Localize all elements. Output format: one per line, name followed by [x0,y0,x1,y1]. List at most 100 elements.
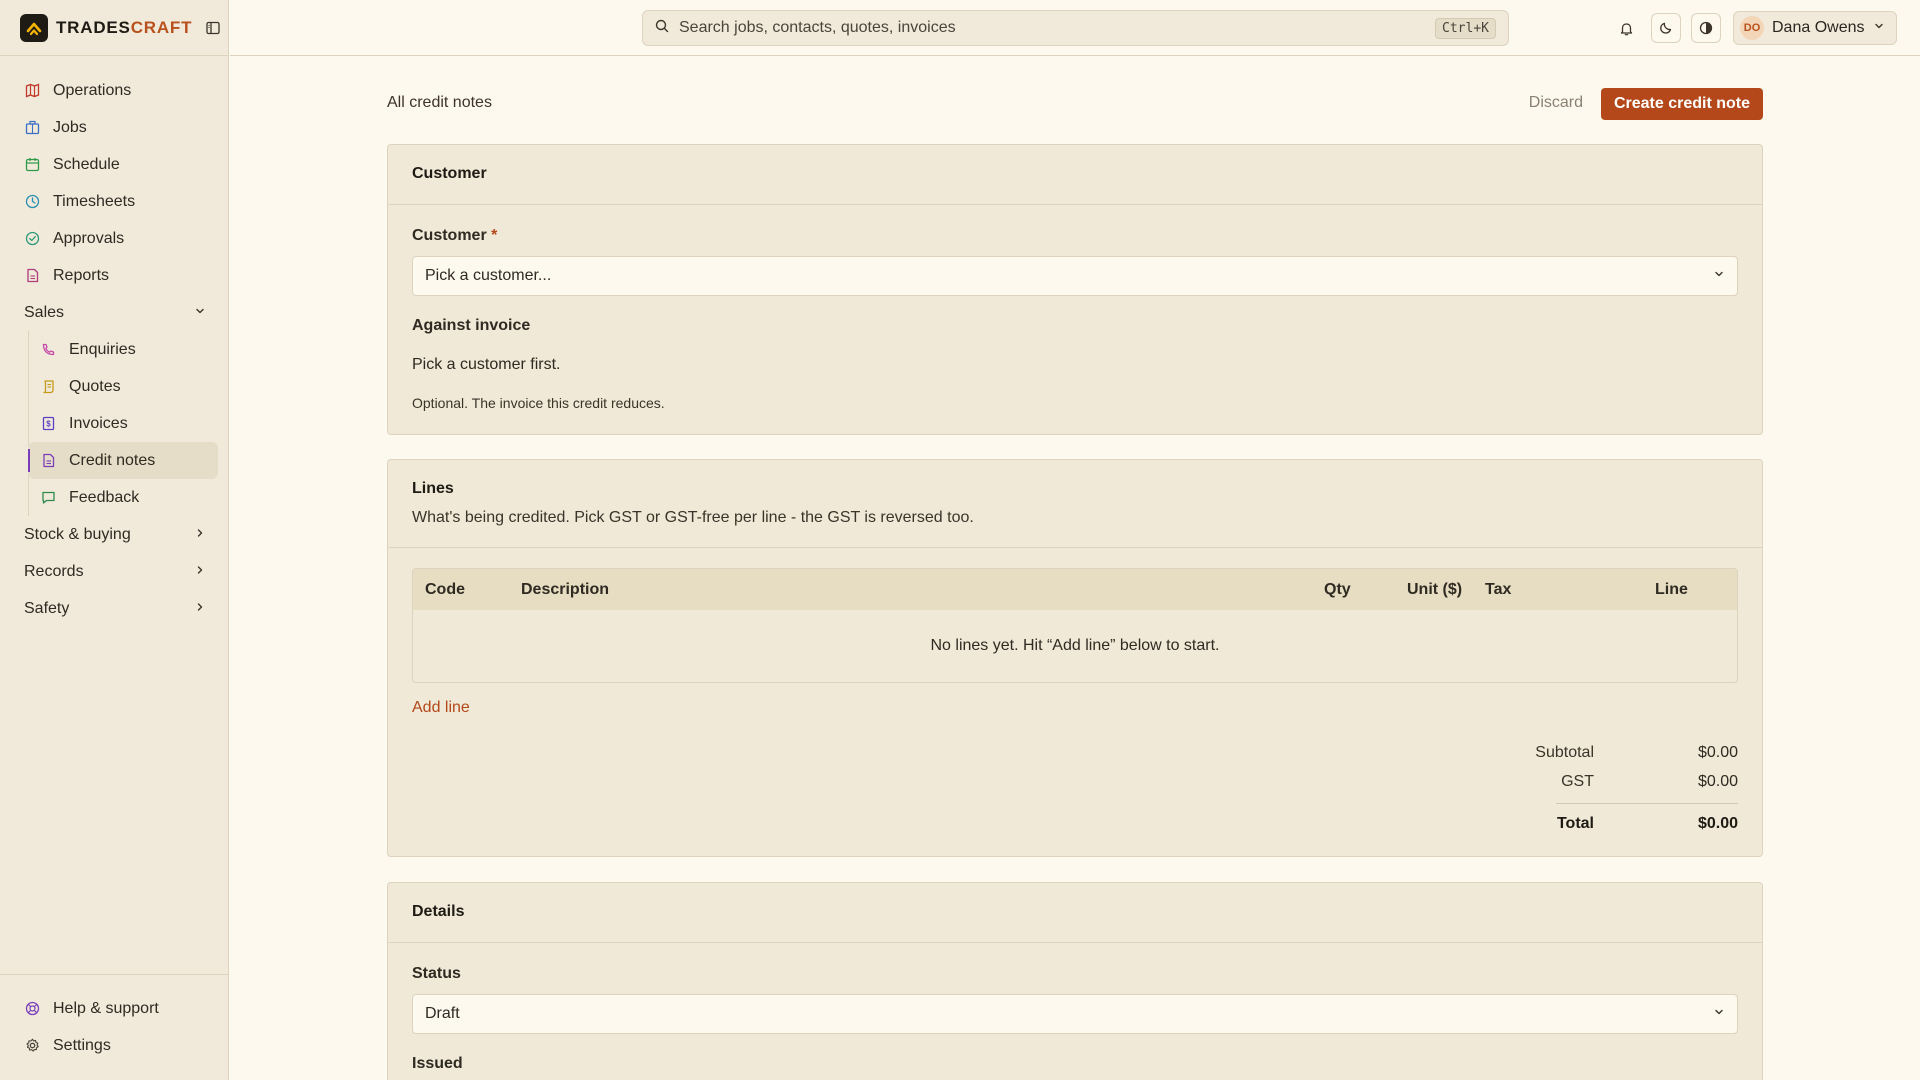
sidebar-item-label: Help & support [53,999,159,1017]
sidebar-item-quotes[interactable]: Quotes [28,368,218,405]
gst-label: GST [1561,773,1594,790]
sidebar-item-operations[interactable]: Operations [16,72,218,109]
sidebar-nav: Operations Jobs Schedule Timesheets Appr… [16,72,218,627]
total-value: $0.00 [1697,815,1738,832]
check-circle-icon [24,230,41,247]
customer-select-value: Pick a customer... [425,267,552,284]
sidebar-item-label: Enquiries [69,340,136,358]
sidebar-group-sales[interactable]: Sales [16,294,218,331]
chevron-down-icon [194,304,206,322]
sidebar-item-label: Settings [53,1036,111,1054]
sidebar-item-help[interactable]: Help & support [16,990,218,1027]
total-label: Total [1556,815,1594,832]
search-placeholder: Search jobs, contacts, quotes, invoices [679,19,956,36]
sidebar-item-enquiries[interactable]: Enquiries [28,331,218,368]
svg-text:$: $ [46,420,51,429]
customer-card: Customer Customer * Pick a customer... A… [387,144,1763,435]
chevron-right-icon [194,526,206,544]
chevron-down-icon [1713,267,1725,285]
lines-card: Lines What's being credited. Pick GST or… [387,459,1763,857]
back-link-all-credit-notes[interactable]: All credit notes [387,94,492,112]
table-header: Code Description Qty Unit ($) Tax Line [413,569,1737,610]
sidebar-item-label: Schedule [53,155,120,173]
sidebar-group-safety[interactable]: Safety [16,590,218,627]
gear-icon [24,1037,41,1054]
card-header: Customer [388,145,1762,205]
search-input[interactable]: Search jobs, contacts, quotes, invoices … [642,10,1509,46]
column-header-line: Line [1655,581,1688,598]
report-icon [24,267,41,284]
brand[interactable]: TRADESCRAFT [20,14,222,42]
user-menu[interactable]: DO Dana Owens [1733,11,1897,45]
required-mark: * [491,227,498,244]
issued-label: Issued [412,1055,463,1072]
invoice-icon: $ [40,415,57,432]
sidebar: TRADESCRAFT Operations Jobs Schedule Tim… [0,0,229,1080]
sidebar-item-approvals[interactable]: Approvals [16,220,218,257]
sidebar-item-settings[interactable]: Settings [16,1027,218,1064]
sidebar-group-records[interactable]: Records [16,553,218,590]
card-title: Details [412,903,465,920]
brand-logo-icon [20,14,48,42]
sidebar-item-reports[interactable]: Reports [16,257,218,294]
sidebar-item-label: Jobs [53,118,87,136]
column-header-unit: Unit ($) [1407,581,1463,598]
add-line-button[interactable]: Add line [412,699,470,717]
sidebar-item-label: Quotes [69,377,121,395]
sales-submenu: Enquiries Quotes $ Invoices Credit notes… [28,331,218,516]
lifebuoy-icon [24,1000,41,1017]
sidebar-item-schedule[interactable]: Schedule [16,146,218,183]
status-select[interactable]: Draft [412,994,1738,1034]
card-subtitle: What's being credited. Pick GST or GST-f… [412,509,974,526]
card-title: Customer [412,165,487,182]
create-credit-note-button[interactable]: Create credit note [1600,88,1763,120]
sidebar-divider [0,55,228,56]
empty-state-text: No lines yet. Hit “Add line” below to st… [930,637,1220,654]
against-invoice-text: Pick a customer first. [412,356,561,373]
sidebar-item-invoices[interactable]: $ Invoices [28,405,218,442]
scroll-icon [40,378,57,395]
sidebar-group-label: Stock & buying [24,525,131,543]
page-header: All credit notes Discard Create credit n… [387,88,1763,120]
sidebar-item-jobs[interactable]: Jobs [16,109,218,146]
discard-button[interactable]: Discard [1529,94,1583,112]
sidebar-bottom-divider [0,974,228,975]
sidebar-item-label: Feedback [69,488,140,506]
card-header: Lines What's being credited. Pick GST or… [388,460,1762,548]
calendar-icon [24,156,41,173]
sidebar-item-credit-notes[interactable]: Credit notes [28,442,218,479]
card-title: Lines [412,480,454,497]
sidebar-item-label: Operations [53,81,132,99]
sidebar-item-label: Approvals [53,229,125,247]
status-label: Status [412,965,461,982]
sidebar-group-label: Records [24,562,84,580]
customer-select[interactable]: Pick a customer... [412,256,1738,296]
chevron-right-icon [194,563,206,581]
bell-icon[interactable] [1611,13,1641,43]
contrast-icon[interactable] [1691,13,1721,43]
column-header-qty: Qty [1324,581,1351,598]
against-invoice-label: Against invoice [412,317,531,334]
against-invoice-hint: Optional. The invoice this credit reduce… [412,395,665,411]
credit-note-icon [40,452,57,469]
lines-table: Code Description Qty Unit ($) Tax Line N… [412,568,1738,683]
column-header-code: Code [425,581,465,598]
subtotal-value: $0.00 [1697,744,1738,761]
sidebar-item-label: Reports [53,266,110,284]
chevron-down-icon [1713,1005,1725,1023]
search-icon [655,19,669,38]
collapse-sidebar-icon[interactable] [204,19,222,37]
sidebar-item-feedback[interactable]: Feedback [28,479,218,516]
message-icon [40,489,57,506]
details-card: Details Status Draft Issued [387,882,1763,1080]
building-icon [24,119,41,136]
totals-divider [1556,803,1738,804]
sidebar-item-timesheets[interactable]: Timesheets [16,183,218,220]
subtotal-label: Subtotal [1535,744,1594,761]
user-name: Dana Owens [1772,19,1865,36]
column-header-description: Description [521,581,610,598]
moon-icon[interactable] [1651,13,1681,43]
customer-field-label: Customer * [412,227,498,244]
status-select-value: Draft [425,1005,460,1022]
sidebar-group-stock-buying[interactable]: Stock & buying [16,516,218,553]
